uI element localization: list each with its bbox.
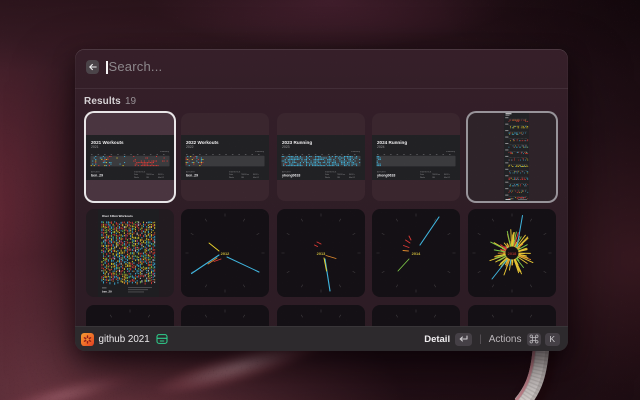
svg-text:Max 8.2: Max 8.2: [158, 176, 164, 178]
svg-text:2014: 2014: [412, 251, 421, 256]
svg-text:STATISTICS: STATISTICS: [420, 170, 432, 173]
svg-text:2012: 2012: [221, 251, 230, 256]
svg-text:summary: summary: [351, 149, 361, 152]
svg-text:2022: 2022: [186, 145, 194, 149]
svg-text:STATISTICS: STATISTICS: [325, 170, 337, 173]
svg-text:184: 184: [146, 176, 149, 178]
svg-text:summary: summary: [446, 149, 456, 152]
svg-text:STATISTICS: STATISTICS: [134, 170, 146, 173]
svg-text:2018: 2018: [507, 251, 516, 256]
svg-text:84.13 h: 84.13 h: [253, 174, 259, 176]
svg-text:Max 8.2: Max 8.2: [444, 176, 450, 178]
svg-text:84.13 h: 84.13 h: [444, 174, 450, 176]
svg-text:summary: summary: [255, 149, 265, 152]
svg-text:Dista: Dista: [229, 173, 233, 176]
svg-text:Worko: Worko: [134, 175, 139, 178]
svg-text:Dista: Dista: [134, 173, 138, 176]
svg-text:ben_29: ben_29: [102, 290, 112, 294]
svg-text:ben_29: ben_29: [186, 173, 198, 177]
svg-text:yhong0618: yhong0618: [377, 173, 395, 177]
svg-text:Over 10km Workouts: Over 10km Workouts: [102, 214, 133, 218]
svg-text:2013: 2013: [316, 251, 325, 256]
svg-text:2024: 2024: [377, 145, 385, 149]
svg-text:736.53 km: 736.53 km: [146, 174, 154, 176]
svg-text:Worko: Worko: [325, 175, 330, 178]
svg-text:Worko: Worko: [229, 175, 234, 178]
svg-text:STATISTICS: STATISTICS: [229, 170, 241, 173]
svg-text:184: 184: [241, 176, 244, 178]
svg-text:2021: 2021: [91, 145, 99, 149]
svg-text:Dista: Dista: [325, 173, 329, 176]
svg-text:Max 8.2: Max 8.2: [349, 176, 355, 178]
svg-text:2023: 2023: [282, 145, 290, 149]
svg-text:yhong0618: yhong0618: [282, 173, 300, 177]
svg-text:Worko: Worko: [420, 175, 425, 178]
svg-text:84.13 h: 84.13 h: [158, 174, 164, 176]
svg-text:736.53 km: 736.53 km: [337, 174, 345, 176]
svg-text:84.13 h: 84.13 h: [349, 174, 355, 176]
svg-text:summary: summary: [160, 149, 170, 152]
svg-text:184: 184: [432, 176, 435, 178]
svg-text:Max 8.2: Max 8.2: [253, 176, 259, 178]
svg-text:184: 184: [337, 176, 340, 178]
svg-text:Dista: Dista: [420, 173, 424, 176]
svg-text:ben_29: ben_29: [91, 173, 103, 177]
svg-text:736.53 km: 736.53 km: [432, 174, 440, 176]
svg-text:736.53 km: 736.53 km: [241, 174, 249, 176]
